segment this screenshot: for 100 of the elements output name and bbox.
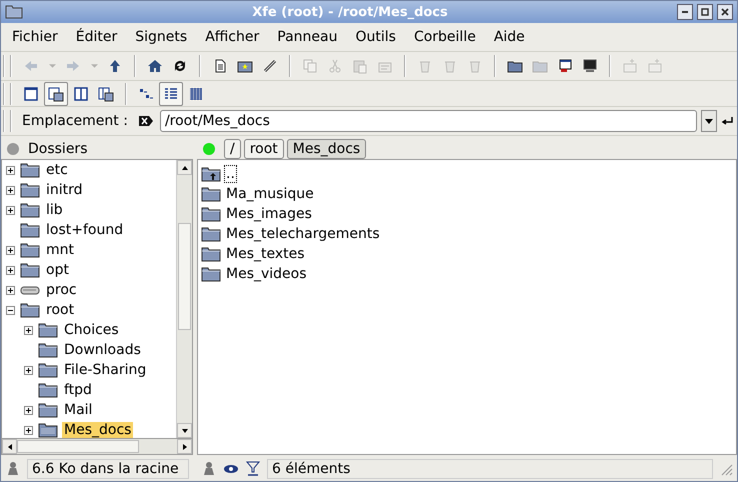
- tree-item[interactable]: Downloads: [62, 342, 143, 358]
- clear-icon: [138, 115, 154, 127]
- left-arrow-icon[interactable]: [8, 444, 12, 450]
- file-item[interactable]: Mes_images: [224, 205, 314, 223]
- expand-toggle[interactable]: [6, 186, 15, 194]
- right-arrow-icon: [65, 58, 81, 74]
- folder-icon: [20, 182, 40, 198]
- minimize-button[interactable]: [677, 4, 693, 20]
- tree-item[interactable]: Choices: [62, 322, 121, 338]
- panel-title: Dossiers: [28, 141, 88, 157]
- menu-item[interactable]: Afficher: [196, 29, 268, 45]
- dropdown-button[interactable]: [701, 110, 717, 132]
- path-button[interactable]: /: [224, 139, 241, 159]
- tree-item[interactable]: proc: [44, 282, 79, 298]
- menu-item[interactable]: Outils: [346, 29, 405, 45]
- file-item[interactable]: ..: [224, 165, 237, 183]
- toolbar-grip[interactable]: [3, 55, 12, 77]
- expand-toggle[interactable]: [6, 246, 15, 254]
- expand-toggle[interactable]: [24, 326, 33, 334]
- location-field[interactable]: /root/Mes_docs: [160, 110, 697, 132]
- up-arrow-icon[interactable]: [182, 166, 188, 170]
- filter-icon[interactable]: [245, 461, 261, 477]
- paste-icon: [352, 58, 368, 74]
- collapse-toggle[interactable]: [6, 306, 15, 314]
- folder-icon: [20, 162, 40, 178]
- folder-icon: [201, 246, 221, 262]
- file-item[interactable]: Mes_telechargements: [224, 225, 382, 243]
- expand-toggle[interactable]: [6, 166, 15, 174]
- folder-icon: [20, 242, 40, 258]
- up-arrow-icon: [107, 58, 123, 74]
- list-icon: [163, 86, 179, 102]
- right-arrow-icon[interactable]: [182, 444, 186, 450]
- window-title: Xfe (root) - /root/Mes_docs: [251, 4, 449, 20]
- expand-toggle[interactable]: [6, 266, 15, 274]
- folder-icon: [20, 222, 40, 238]
- grid-icon: [188, 86, 204, 102]
- tree-item[interactable]: lib: [44, 202, 65, 218]
- file-item[interactable]: Ma_musique: [224, 185, 316, 203]
- window-icon: [23, 86, 39, 102]
- wand-icon: [262, 58, 278, 74]
- split-window-icon: [48, 86, 64, 102]
- figure-icon: [5, 461, 21, 477]
- menu-item[interactable]: Fichier: [3, 29, 67, 45]
- tree-item[interactable]: etc: [44, 162, 70, 178]
- folder-icon: [38, 402, 58, 418]
- menu-item[interactable]: Aide: [484, 29, 534, 45]
- file-item[interactable]: Mes_textes: [224, 245, 307, 263]
- toolbar-grip[interactable]: [3, 110, 12, 132]
- expand-toggle[interactable]: [24, 426, 33, 434]
- expand-toggle[interactable]: [6, 286, 15, 294]
- close-icon: [720, 7, 730, 17]
- scissors-icon: [327, 58, 343, 74]
- minimize-icon: [682, 11, 688, 13]
- file-item[interactable]: Mes_videos: [224, 265, 309, 283]
- tree-item[interactable]: Mail: [62, 402, 94, 418]
- location-label: Emplacement :: [22, 113, 128, 129]
- vertical-scrollbar[interactable]: [176, 160, 192, 438]
- menu-item[interactable]: Panneau: [268, 29, 346, 45]
- folder-icon: [201, 226, 221, 242]
- tree-item[interactable]: File-Sharing: [62, 362, 148, 378]
- tree-item[interactable]: ftpd: [62, 382, 94, 398]
- left-arrow-icon: [23, 58, 39, 74]
- window-icon: [557, 58, 573, 74]
- menu-item[interactable]: Corbeille: [404, 29, 485, 45]
- caret-icon: [90, 64, 98, 68]
- folder-icon: [201, 186, 221, 202]
- tree-item[interactable]: mnt: [44, 242, 76, 258]
- caret-icon: [48, 64, 56, 68]
- tree-item[interactable]: initrd: [44, 182, 85, 198]
- tree-item[interactable]: opt: [44, 262, 71, 278]
- path-button[interactable]: Mes_docs: [286, 139, 366, 159]
- folder-icon: [201, 206, 221, 222]
- down-arrow-icon[interactable]: [182, 428, 188, 432]
- toolbar-grip[interactable]: [3, 82, 12, 104]
- split-window-icon: [98, 86, 114, 102]
- maximize-button[interactable]: [697, 4, 713, 20]
- resize-grip[interactable]: [719, 462, 733, 476]
- expand-toggle[interactable]: [24, 366, 33, 374]
- copy-icon: [302, 58, 318, 74]
- app-icon: [5, 5, 23, 19]
- home-icon: [147, 58, 163, 74]
- expand-toggle[interactable]: [6, 206, 15, 214]
- close-button[interactable]: [717, 4, 733, 20]
- folder-icon: [38, 422, 58, 438]
- figure-icon: [201, 461, 217, 477]
- menu-item[interactable]: Signets: [126, 29, 196, 45]
- horizontal-scrollbar[interactable]: [1, 439, 193, 455]
- view-button[interactable]: [159, 82, 183, 106]
- folder-icon: [20, 202, 40, 218]
- path-button[interactable]: root: [244, 139, 284, 159]
- folder-icon: [38, 382, 58, 398]
- tree-item[interactable]: lost+found: [44, 222, 126, 238]
- tree-item[interactable]: root: [44, 302, 76, 318]
- menu-item[interactable]: Éditer: [66, 29, 126, 45]
- view-button[interactable]: [44, 82, 68, 106]
- folder-icon: [38, 322, 58, 338]
- expand-toggle[interactable]: [24, 406, 33, 414]
- tree-item[interactable]: Mes_docs: [62, 422, 134, 438]
- enter-arrow-icon: [721, 115, 733, 127]
- folder-icon: [38, 362, 58, 378]
